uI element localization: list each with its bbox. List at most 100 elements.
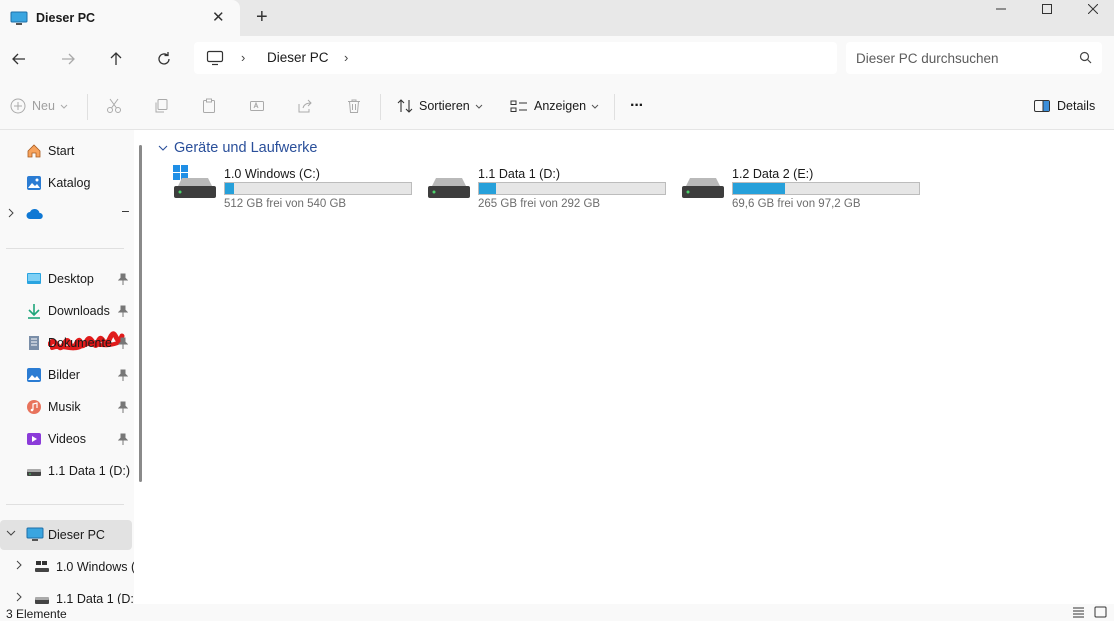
delete-button[interactable] xyxy=(346,82,362,130)
sidebar-item-bilder[interactable]: Bilder xyxy=(0,360,132,390)
view-button[interactable]: Anzeigen xyxy=(510,82,600,130)
sort-icon xyxy=(397,99,413,113)
chevron-down-icon xyxy=(591,104,599,109)
tab-dieser-pc[interactable]: Dieser PC ✕ xyxy=(0,0,240,36)
close-icon xyxy=(1088,4,1098,14)
close-window-button[interactable] xyxy=(1070,0,1114,18)
paste-button[interactable] xyxy=(201,82,217,130)
breadcrumb-chevron[interactable]: › xyxy=(241,50,245,65)
drive-usage-fill xyxy=(225,183,235,194)
breadcrumb-chevron[interactable]: › xyxy=(344,50,348,65)
details-button[interactable]: Details xyxy=(1033,82,1095,130)
maximize-button[interactable] xyxy=(1024,0,1070,18)
arrow-right-icon xyxy=(62,53,75,65)
chevron-down-icon xyxy=(475,104,483,109)
sidebar-item-desktop[interactable]: Desktop xyxy=(0,264,132,294)
sidebar-item-start[interactable]: Start xyxy=(0,136,132,166)
content-area: Geräte und Laufwerke 1.0 Windows (C:) 51… xyxy=(148,130,1114,604)
group-title: Geräte und Laufwerke xyxy=(174,140,318,156)
address-bar[interactable]: › Dieser PC › xyxy=(194,42,837,74)
group-header-devices[interactable]: Geräte und Laufwerke xyxy=(158,140,317,156)
more-options-button[interactable]: ··· xyxy=(630,82,644,130)
sidebar-item-data1-tree[interactable]: 1.1 Data 1 (D:) xyxy=(0,584,134,604)
sidebar-item-musik[interactable]: Musik xyxy=(0,392,132,422)
tiles-view-button[interactable] xyxy=(1094,606,1107,621)
monitor-icon xyxy=(26,527,44,543)
minimize-icon xyxy=(996,8,1006,10)
drive-free-space: 265 GB frei von 292 GB xyxy=(478,198,601,210)
sidebar-item-katalog[interactable]: Katalog xyxy=(0,168,132,198)
chevron-down-icon xyxy=(60,104,68,109)
share-button[interactable] xyxy=(297,82,313,130)
refresh-icon xyxy=(158,52,170,65)
more-icon: ··· xyxy=(630,97,644,114)
sidebar-scrollbar[interactable] xyxy=(139,145,142,482)
sidebar-item-dieser-pc[interactable]: Dieser PC xyxy=(0,520,132,550)
drive-tile-d[interactable]: 1.1 Data 1 (D:) 265 GB frei von 292 GB xyxy=(426,166,676,214)
music-folder-icon xyxy=(26,399,42,415)
drive-usage-fill xyxy=(733,183,786,194)
breadcrumb-dieser-pc[interactable]: Dieser PC xyxy=(267,50,329,65)
up-button[interactable] xyxy=(105,48,127,70)
trash-icon xyxy=(348,99,360,113)
sidebar-item-label: Musik xyxy=(48,400,81,414)
drive-tile-c[interactable]: 1.0 Windows (C:) 512 GB frei von 540 GB xyxy=(172,165,422,214)
command-bar: Neu Sortieren Anzeigen ··· Details xyxy=(0,82,1114,130)
new-button[interactable]: Neu xyxy=(10,82,69,130)
toolbar-divider xyxy=(614,94,615,120)
chevron-right-icon[interactable] xyxy=(6,208,16,221)
sort-button[interactable]: Sortieren xyxy=(397,82,484,130)
sidebar-item-label: Dokumente xyxy=(48,336,112,350)
sidebar-item-videos[interactable]: Videos xyxy=(0,424,132,454)
minimize-button[interactable] xyxy=(978,0,1024,18)
clipboard-icon xyxy=(203,98,215,113)
refresh-button[interactable] xyxy=(153,48,175,70)
scissors-icon xyxy=(107,98,121,113)
drive-tile-e[interactable]: 1.2 Data 2 (E:) 69,6 GB frei von 97,2 GB xyxy=(680,166,930,214)
sidebar-item-label: Katalog xyxy=(48,176,91,190)
onedrive-cloud-icon xyxy=(26,207,43,223)
new-tab-button[interactable]: + xyxy=(256,6,268,29)
view-layout-icon xyxy=(510,100,527,112)
copy-icon xyxy=(155,99,168,113)
maximize-icon xyxy=(1042,4,1052,14)
chevron-down-icon[interactable] xyxy=(6,528,16,541)
status-bar: 3 Elemente xyxy=(0,604,1114,621)
pin-icon xyxy=(117,273,129,288)
details-view-button[interactable] xyxy=(1072,606,1085,621)
drive-name: 1.0 Windows (C:) xyxy=(224,167,320,181)
tiles-view-icon xyxy=(1094,606,1107,618)
sidebar-item-downloads[interactable]: Downloads xyxy=(0,296,132,326)
pin-icon xyxy=(117,369,129,384)
computer-icon xyxy=(206,50,224,69)
sidebar-item-dokumente[interactable]: Dokumente xyxy=(0,328,132,358)
copy-button[interactable] xyxy=(153,82,169,130)
search-input[interactable]: Dieser PC durchsuchen xyxy=(846,42,1102,74)
sidebar-item-label: 1.1 Data 1 (D:) xyxy=(48,464,130,478)
windows-drive-icon xyxy=(34,559,50,575)
sidebar-divider xyxy=(6,248,124,249)
drive-icon xyxy=(34,591,50,604)
sidebar-item-label: Start xyxy=(48,144,75,158)
drive-usage-fill xyxy=(479,183,496,194)
sidebar-item-onedrive[interactable]: – xyxy=(0,200,132,230)
drive-free-space: 512 GB frei von 540 GB xyxy=(224,198,347,210)
chevron-down-icon xyxy=(158,145,168,151)
pin-icon xyxy=(117,401,129,416)
forward-button[interactable] xyxy=(57,48,79,70)
pin-icon xyxy=(117,433,129,448)
tab-close-button[interactable]: ✕ xyxy=(212,8,225,26)
chevron-right-icon[interactable] xyxy=(14,592,24,604)
drive-usage-bar xyxy=(732,182,920,195)
cut-button[interactable] xyxy=(106,82,122,130)
drive-name: 1.2 Data 2 (E:) xyxy=(732,167,814,181)
drive-name: 1.1 Data 1 (D:) xyxy=(478,167,560,181)
sidebar-item-windows-c[interactable]: 1.0 Windows (C:) xyxy=(0,552,134,582)
sidebar-item-data1[interactable]: 1.1 Data 1 (D:) xyxy=(0,456,132,486)
back-button[interactable] xyxy=(8,48,30,70)
rename-button[interactable] xyxy=(249,82,265,130)
search-icon xyxy=(1079,51,1092,67)
sidebar-item-label: Downloads xyxy=(48,304,110,318)
sort-label: Sortieren xyxy=(419,99,470,113)
chevron-right-icon[interactable] xyxy=(14,560,24,573)
